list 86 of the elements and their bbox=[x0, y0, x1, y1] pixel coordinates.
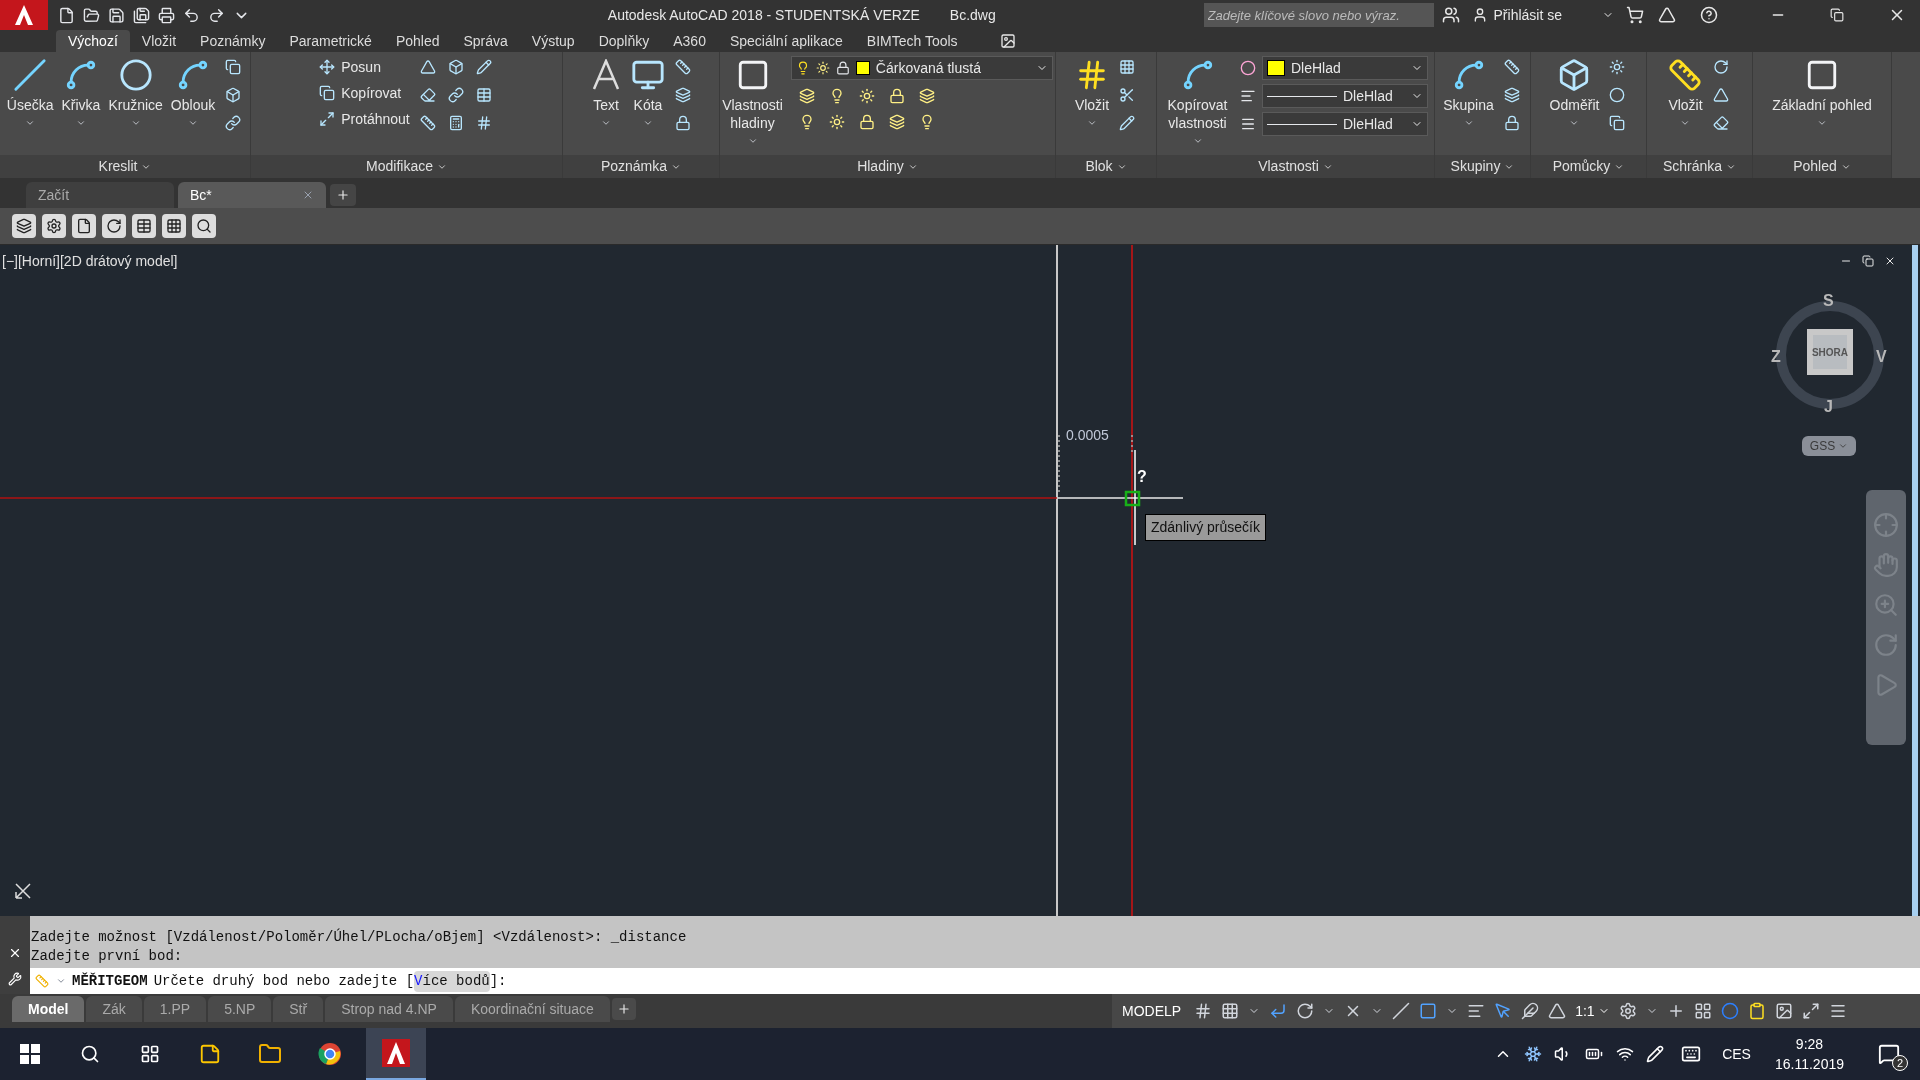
property-value: DleHlad bbox=[1343, 86, 1394, 106]
property-dropdown[interactable]: DleHlad bbox=[1262, 56, 1428, 80]
ucs-dropdown[interactable]: GSS bbox=[1802, 436, 1856, 456]
scale-dropdown[interactable]: 1:1 bbox=[1575, 1000, 1610, 1022]
file-tab[interactable]: Začít bbox=[26, 182, 174, 208]
ribbon-button[interactable]: Odměřit bbox=[1545, 52, 1604, 128]
command-option[interactable]: Více bodů bbox=[414, 970, 490, 992]
panel-title[interactable]: Pohled bbox=[1753, 155, 1891, 178]
clock[interactable]: 9:28 16.11.2019 bbox=[1774, 1034, 1844, 1074]
panel-title[interactable]: Poznámka bbox=[563, 155, 719, 178]
viewcube-face[interactable]: SHORA bbox=[1807, 329, 1853, 375]
ribbon-small-button[interactable]: Protáhnout bbox=[319, 108, 410, 130]
button-label: Protáhnout bbox=[341, 109, 410, 129]
ribbon-tab[interactable]: Vložit bbox=[129, 30, 189, 52]
layer-dropdown[interactable]: Čárkovaná tlustá bbox=[790, 56, 1053, 80]
dimension-value: 0.0005 bbox=[1066, 426, 1109, 445]
drawing-viewport[interactable]: [−][Horní][2D drátový model] 0.0005 ? Zdánlivý průsečík S V J Z SHORA GSS bbox=[0, 245, 1920, 916]
compass-label[interactable]: S bbox=[1823, 289, 1834, 313]
property-dropdown[interactable]: DleHlad bbox=[1262, 84, 1428, 108]
model-space-button[interactable]: MODELP bbox=[1118, 1000, 1186, 1022]
panel-title[interactable]: Skupiny bbox=[1435, 155, 1530, 178]
clock-time: 9:28 bbox=[1795, 1035, 1824, 1054]
file-tab[interactable]: Bc* bbox=[178, 182, 326, 208]
panel-title[interactable]: Blok bbox=[1056, 155, 1156, 178]
layout-tab[interactable]: Stř bbox=[273, 996, 324, 1022]
panel-title[interactable]: Modifikace bbox=[251, 155, 562, 178]
layout-tab[interactable]: 5.NP bbox=[208, 996, 272, 1022]
ribbon-button[interactable]: Vložit bbox=[1664, 52, 1707, 128]
ribbon-small-button[interactable]: Posun bbox=[319, 56, 410, 78]
ribbon-tab[interactable]: Parametrické bbox=[277, 30, 384, 52]
ribbon-button[interactable]: Křivka bbox=[57, 52, 105, 128]
ribbon-tab[interactable]: Výchozí bbox=[56, 30, 130, 52]
sign-in-button[interactable]: Přihlásit se bbox=[1467, 4, 1566, 26]
layout-tab[interactable]: Strop nad 4.NP bbox=[325, 996, 453, 1022]
clock-date: 16.11.2019 bbox=[1774, 1055, 1844, 1074]
ribbon-button[interactable]: Základní pohled bbox=[1768, 52, 1876, 128]
button-label: Kopírovat bbox=[341, 83, 402, 103]
panel-title[interactable]: Schránka bbox=[1647, 155, 1752, 178]
language-indicator[interactable]: CES bbox=[1722, 1043, 1751, 1065]
layout-tab[interactable]: Model bbox=[12, 996, 85, 1022]
window-title: Autodesk AutoCAD 2018 - STUDENTSKÁ VERZE bbox=[607, 5, 920, 25]
ribbon-tab[interactable]: Poznámky bbox=[188, 30, 278, 52]
ribbon-tab[interactable]: A360 bbox=[661, 30, 718, 52]
panel-title[interactable]: Vlastnosti bbox=[1157, 155, 1434, 178]
panel-title[interactable]: Hladiny bbox=[720, 155, 1055, 178]
search-field[interactable]: Zadejte klíčové slovo nebo výraz. bbox=[1203, 3, 1434, 27]
panel-title[interactable]: Pomůcky bbox=[1531, 155, 1646, 178]
property-value: DleHlad bbox=[1291, 58, 1342, 78]
command-prompt: Určete druhý bod nebo zadejte [ bbox=[153, 971, 415, 991]
button-label: Posun bbox=[341, 57, 381, 77]
ribbon-tab[interactable]: Výstup bbox=[519, 30, 587, 52]
ribbon-tab[interactable]: Správa bbox=[451, 30, 520, 52]
command-input[interactable]: MĚŘITGEOM Určete druhý bod nebo zadejte [Více bodů]: bbox=[30, 968, 1920, 994]
ribbon-button[interactable]: Úsečka bbox=[2, 52, 58, 128]
layout-tab[interactable]: Koordinační situace bbox=[454, 996, 610, 1022]
property-value: DleHlad bbox=[1343, 114, 1394, 134]
ribbon-button[interactable]: Oblouk bbox=[166, 52, 220, 128]
command-history-line: Zadejte první bod: bbox=[31, 947, 184, 966]
compass-label[interactable]: V bbox=[1876, 345, 1887, 369]
compass-label[interactable]: J bbox=[1824, 395, 1833, 419]
layer-name: Čárkovaná tlustá bbox=[875, 58, 982, 78]
command-name: MĚŘITGEOM bbox=[72, 971, 148, 991]
layout-tab[interactable]: Zák bbox=[86, 996, 142, 1022]
ribbon-button[interactable]: Kopírovat vlastnosti bbox=[1159, 52, 1236, 146]
ribbon-small-button[interactable]: Kopírovat bbox=[319, 82, 410, 104]
ribbon-button[interactable]: Kružnice bbox=[104, 52, 167, 128]
command-history-line: Zadejte možnost [Vzdálenost/Poloměr/Úhel/PLocha/oBjem] <Vzdálenost>: _distance bbox=[31, 928, 688, 947]
ribbon-tab[interactable]: BIMTech Tools bbox=[854, 30, 970, 52]
property-dropdown[interactable]: DleHlad bbox=[1262, 112, 1428, 136]
ribbon-button[interactable]: Text bbox=[585, 52, 627, 128]
compass-label[interactable]: Z bbox=[1771, 345, 1781, 369]
ribbon-button[interactable]: Vložit bbox=[1070, 52, 1114, 128]
panel-title[interactable]: Kreslit bbox=[0, 155, 250, 178]
ribbon-tab[interactable]: Speciální aplikace bbox=[717, 30, 855, 52]
layout-tab[interactable]: 1.PP bbox=[143, 996, 207, 1022]
notification-count: 2 bbox=[1892, 1055, 1908, 1071]
ribbon-tab[interactable]: Pohled bbox=[383, 30, 452, 52]
ribbon-tab[interactable]: Doplňky bbox=[586, 30, 662, 52]
ribbon-button[interactable]: Vlastnosti hladiny bbox=[718, 52, 787, 146]
file-name: Bc.dwg bbox=[949, 5, 996, 25]
ribbon-button[interactable]: Kóta bbox=[627, 52, 669, 128]
command-prompt-end: ]: bbox=[489, 971, 507, 991]
snap-tooltip: Zdánlivý průsečík bbox=[1145, 514, 1266, 541]
ribbon-button[interactable]: Skupina bbox=[1439, 52, 1498, 128]
cursor-question-mark: ? bbox=[1137, 467, 1147, 487]
viewport-label[interactable]: [−][Horní][2D drátový model] bbox=[2, 251, 178, 272]
